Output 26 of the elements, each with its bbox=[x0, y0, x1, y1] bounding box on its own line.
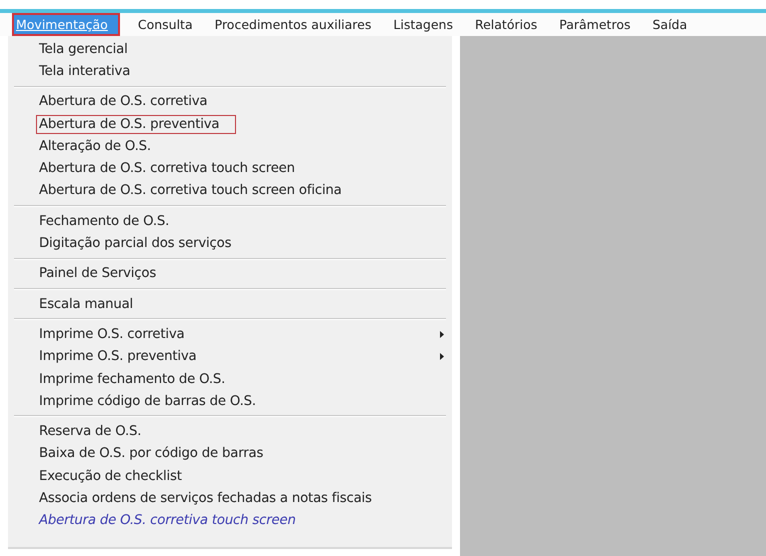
menu-item[interactable]: Imprime fechamento de O.S. bbox=[36, 370, 228, 388]
menu-item[interactable]: Imprime O.S. preventiva bbox=[36, 347, 200, 366]
menu-item[interactable]: Painel de Serviços bbox=[36, 264, 160, 284]
menu-item[interactable]: Digitação parcial dos serviços bbox=[36, 234, 234, 254]
menu-item[interactable]: Associa ordens de serviços fechadas a notas fiscais bbox=[36, 488, 375, 508]
menu-bar-item[interactable]: Saída bbox=[648, 13, 692, 36]
menu-item[interactable]: Execução de checklist bbox=[36, 466, 185, 486]
menu-item[interactable]: Tela interativa bbox=[36, 62, 134, 81]
menu-bar-item[interactable]: Consulta bbox=[134, 13, 197, 36]
menu-bar-item[interactable]: Relatórios bbox=[470, 13, 542, 36]
menu-item[interactable]: Alteração de O.S. bbox=[36, 136, 154, 156]
menu-item[interactable]: Imprime código de barras de O.S. bbox=[36, 392, 259, 411]
menu-item[interactable]: Imprime O.S. corretiva bbox=[36, 324, 188, 344]
menu-item[interactable]: Abertura de O.S. corretiva touch screen oficina bbox=[36, 181, 345, 200]
menu-item[interactable]: Abertura de O.S. corretiva touch screen bbox=[36, 159, 298, 178]
menu-item[interactable]: Reserva de O.S. bbox=[36, 422, 144, 442]
menu-bar-item[interactable]: Listagens bbox=[389, 13, 457, 36]
menu-bar-item[interactable]: Parâmetros bbox=[555, 13, 634, 36]
menu-item[interactable]: Abertura de O.S. preventiva bbox=[36, 114, 236, 134]
menu-item[interactable]: Escala manual bbox=[36, 294, 136, 314]
menu-item[interactable]: Tela gerencial bbox=[36, 40, 131, 59]
menu-item[interactable]: Abertura de O.S. corretiva bbox=[36, 92, 210, 112]
menu-link[interactable]: Abertura de O.S. corretiva touch screen bbox=[36, 511, 299, 530]
menu-item[interactable]: Baixa de O.S. por código de barras bbox=[36, 444, 266, 464]
menu-bar-item[interactable]: Procedimentos auxiliares bbox=[210, 13, 376, 36]
menu-item[interactable]: Fechamento de O.S. bbox=[36, 212, 172, 231]
